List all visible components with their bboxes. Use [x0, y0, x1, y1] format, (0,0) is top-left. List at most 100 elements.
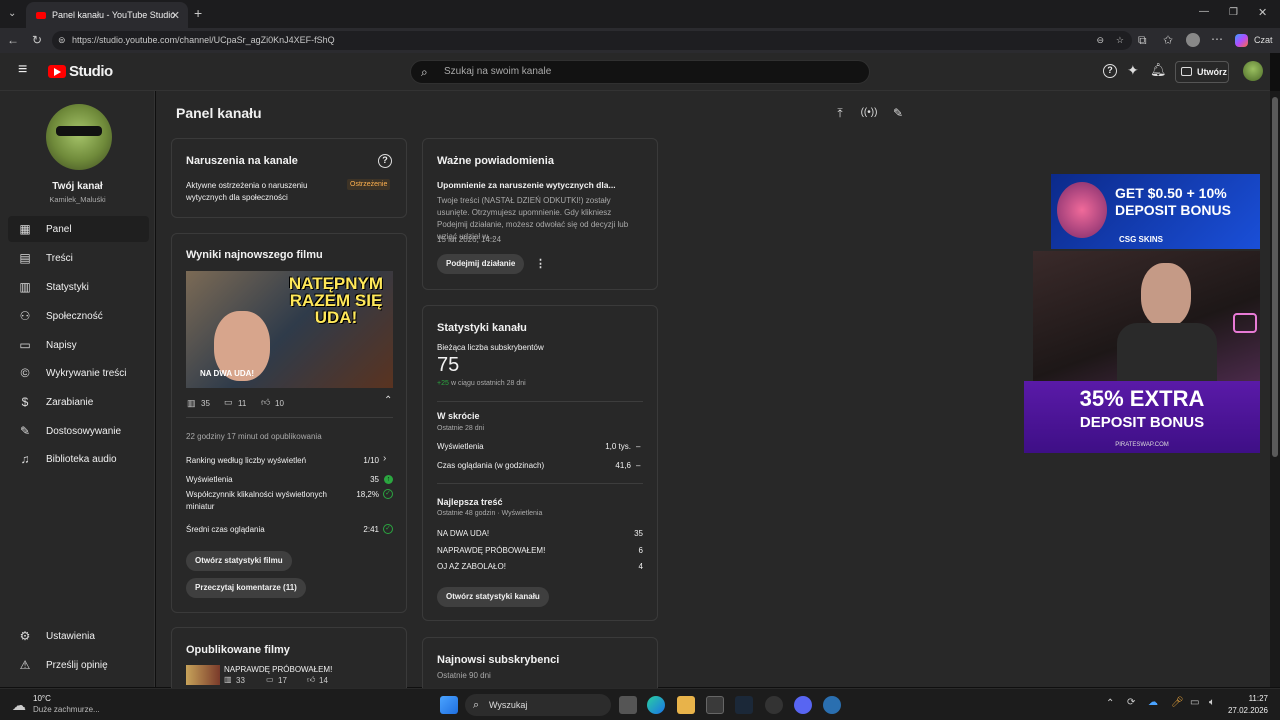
- sidebar-item-label: Dostosowywanie: [46, 425, 122, 437]
- notifications-icon[interactable]: 🔔︎: [1150, 62, 1167, 78]
- profile-avatar[interactable]: [1186, 33, 1200, 47]
- close-tab-icon[interactable]: ✕: [171, 9, 180, 22]
- clock-time[interactable]: 11:27: [1224, 694, 1268, 703]
- weather-cloud-icon[interactable]: ☁: [12, 697, 26, 714]
- create-post-icon[interactable]: ✎: [888, 103, 908, 123]
- tray-onedrive-icon[interactable]: ☁: [1148, 697, 1158, 708]
- views-icon: ▥: [224, 675, 232, 684]
- top-content-value: 4: [638, 562, 643, 571]
- back-icon[interactable]: ←: [7, 34, 19, 46]
- video-thumbnail-small[interactable]: [186, 665, 220, 685]
- browser-tab[interactable]: Panel kanału - YouTube Studio ✕: [26, 2, 188, 28]
- channel-stats-title: Statystyki kanału: [437, 322, 527, 334]
- sidebar-item-settings[interactable]: ⚙ Ustawienia: [8, 623, 149, 649]
- sidebar-item-analytics[interactable]: ▥ Statystyki: [8, 274, 149, 300]
- notification-subtitle[interactable]: Upomnienie za naruszenie wytycznych dla.…: [437, 180, 616, 190]
- site-info-icon[interactable]: ⊜: [58, 31, 66, 50]
- video-title[interactable]: NAPRAWDĘ PRÓBOWAŁEM!: [224, 665, 332, 674]
- scrollbar[interactable]: [1270, 91, 1280, 687]
- channel-stats-card: Statystyki kanału Bieżąca liczba subskry…: [422, 305, 658, 621]
- chat-label[interactable]: Czat: [1254, 35, 1273, 45]
- weather-temp[interactable]: 10°C: [33, 694, 51, 703]
- sidebar-item-audio-library[interactable]: ♫ Biblioteka audio: [8, 446, 149, 472]
- more-vert-icon[interactable]: ⋮: [535, 257, 546, 270]
- youtube-logo-icon[interactable]: [48, 65, 66, 78]
- chevron-up-icon[interactable]: ⌃: [384, 395, 392, 406]
- copilot-icon[interactable]: [1235, 34, 1248, 47]
- open-channel-stats-button[interactable]: Otwórz statystyki kanału: [437, 587, 549, 607]
- sidebar-item-community[interactable]: ⚇ Społeczność: [8, 303, 149, 329]
- subtitles-icon: ▭: [19, 338, 31, 352]
- app-icon[interactable]: [823, 696, 841, 714]
- url-field[interactable]: ⊜ https://studio.youtube.com/channel/UCp…: [52, 31, 1132, 50]
- violations-title: Naruszenia na kanale: [186, 155, 298, 167]
- close-window-icon[interactable]: ✕: [1258, 7, 1267, 19]
- task-view-icon[interactable]: [619, 696, 637, 714]
- metric-label: Średni czas oglądania: [186, 525, 265, 534]
- check-circle-icon: ✓: [383, 489, 393, 499]
- taskbar-search[interactable]: ⌕ Wyszukaj: [465, 694, 611, 716]
- sidebar-item-content[interactable]: ▤ Treści: [8, 245, 149, 271]
- sidebar-item-feedback[interactable]: ⚠ Prześlij opinię: [8, 652, 149, 678]
- check-circle-icon: ✓: [383, 524, 393, 534]
- minimize-icon[interactable]: —: [1199, 6, 1209, 18]
- tray-sync-icon[interactable]: ⟳: [1127, 697, 1135, 708]
- sidebar-item-customization[interactable]: ✎ Dostosowywanie: [8, 418, 149, 444]
- sidebar-item-copyright[interactable]: © Wykrywanie treści: [8, 360, 149, 386]
- sidebar-item-subtitles[interactable]: ▭ Napisy: [8, 332, 149, 358]
- tab-list-icon[interactable]: ⌄: [8, 8, 16, 20]
- read-comments-button[interactable]: Przeczytaj komentarze (11): [186, 578, 306, 598]
- obs-icon[interactable]: [765, 696, 783, 714]
- divider: [186, 417, 393, 418]
- top-content-item[interactable]: OJ AŻ ZABOLAŁO!: [437, 562, 506, 571]
- create-label: Utwórz: [1197, 67, 1227, 77]
- file-explorer-icon[interactable]: [677, 696, 695, 714]
- clock-date[interactable]: 27.02.2026: [1214, 706, 1268, 715]
- channel-title: Twój kanał: [52, 181, 103, 192]
- tray-display-icon[interactable]: ▭: [1190, 697, 1199, 708]
- hamburger-menu-icon[interactable]: ≡: [18, 62, 27, 78]
- windows-start-icon[interactable]: [440, 696, 458, 714]
- search-input[interactable]: ⌕ Szukaj na swoim kanale: [410, 60, 870, 84]
- weather-desc[interactable]: Duże zachmurze...: [33, 705, 100, 714]
- tray-mic-icon[interactable]: 🎤︎: [1171, 697, 1184, 708]
- tray-chevron-up-icon[interactable]: ⌃: [1106, 698, 1114, 709]
- sidebar-item-monetization[interactable]: $ Zarabianie: [8, 389, 149, 415]
- sparkle-icon[interactable]: ✦: [1127, 62, 1139, 79]
- published-ago: 22 godziny 17 minut od opublikowania: [186, 432, 322, 441]
- open-video-stats-button[interactable]: Otwórz statystyki filmu: [186, 551, 292, 571]
- top-content-item[interactable]: NAPRAWDĘ PRÓBOWAŁEM!: [437, 546, 545, 555]
- maximize-icon[interactable]: ❐: [1229, 7, 1238, 19]
- ad-brand: PIRATESWAP.COM: [1115, 442, 1169, 448]
- steam-icon[interactable]: [735, 696, 753, 714]
- more-menu-icon[interactable]: ⋯: [1211, 33, 1223, 45]
- reload-icon[interactable]: ↻: [32, 34, 42, 46]
- discord-icon[interactable]: [794, 696, 812, 714]
- streamer-webcam: [1033, 251, 1260, 381]
- chevron-right-icon[interactable]: ›: [383, 453, 386, 464]
- sidebar-item-panel[interactable]: ▦ Panel: [8, 216, 149, 242]
- top-content-item[interactable]: NA DWA UDA!: [437, 529, 489, 538]
- subscribers-label: Bieżąca liczba subskrybentów: [437, 343, 544, 352]
- scrollbar-thumb[interactable]: [1272, 97, 1278, 457]
- studio-logo-text[interactable]: Studio: [69, 63, 113, 80]
- extensions-icon[interactable]: ⧉: [1138, 34, 1147, 46]
- video-likes: 14: [319, 676, 328, 685]
- create-button[interactable]: Utwórz: [1175, 61, 1229, 83]
- account-avatar[interactable]: [1243, 61, 1263, 81]
- new-tab-icon[interactable]: +: [194, 6, 202, 20]
- zoom-icon[interactable]: ⊖: [1096, 31, 1104, 50]
- go-live-icon[interactable]: ((•)): [859, 103, 879, 123]
- favorites-icon[interactable]: ✩: [1163, 34, 1173, 46]
- help-icon[interactable]: ?: [1103, 64, 1117, 78]
- metric-value: 18,2%: [356, 490, 379, 499]
- take-action-button[interactable]: Podejmij działanie: [437, 254, 525, 274]
- store-icon[interactable]: [706, 696, 724, 714]
- channel-avatar[interactable]: [46, 104, 112, 170]
- edge-browser-icon[interactable]: [647, 696, 665, 714]
- latest-video-card: Wyniki najnowszego filmu NATĘPNYM RAZEM …: [171, 233, 407, 613]
- upload-icon[interactable]: ⤒: [830, 103, 850, 123]
- help-icon[interactable]: ?: [378, 154, 392, 168]
- video-thumbnail[interactable]: NATĘPNYM RAZEM SIĘ UDA! NA DWA UDA!: [186, 271, 393, 388]
- favorite-icon[interactable]: ☆: [1116, 31, 1124, 50]
